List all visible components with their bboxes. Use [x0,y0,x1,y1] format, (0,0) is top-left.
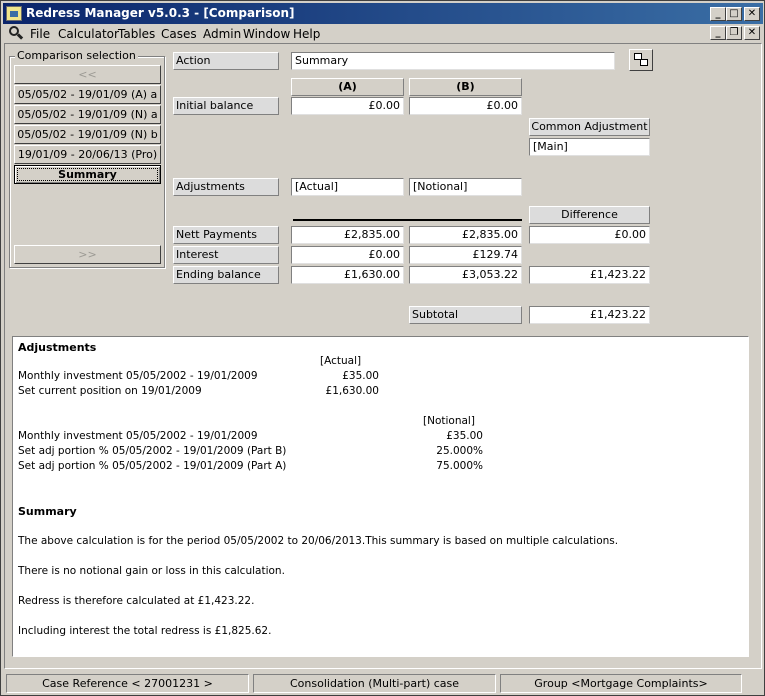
previous-button[interactable]: << [14,65,161,84]
nett-payments-b-field[interactable]: £2,835.00 [409,226,522,244]
child-minimize-button[interactable]: _ [710,26,726,40]
adjustments-b-field[interactable]: [Notional] [409,178,522,196]
comparison-item-4[interactable]: 19/01/09 - 20/06/13 (Pro) [14,145,161,164]
subtotal-label: Subtotal [409,306,522,324]
initial-balance-a-field[interactable]: £0.00 [291,97,404,115]
report-notional-heading: [Notional] [423,415,475,427]
interest-a-field[interactable]: £0.00 [291,246,404,264]
difference-label: Difference [529,206,650,224]
report-adjustments-heading: Adjustments [18,341,97,354]
report-notional-row-3-label: Set adj portion % 05/05/2002 - 19/01/200… [18,460,287,472]
subtotal-field[interactable]: £1,423.22 [529,306,650,324]
report-notional-row-2-value: 25.000% [436,445,483,457]
window-title: Redress Manager v5.0.3 - [Comparison] [26,6,295,20]
minimize-button[interactable]: _ [710,7,726,21]
common-adjustment-label: Common Adjustment [529,118,650,136]
adjustments-label: Adjustments [173,178,279,196]
ending-balance-difference-field[interactable]: £1,423.22 [529,266,650,284]
status-bar: Case Reference < 27001231 > Consolidatio… [4,672,762,694]
nett-payments-difference-field[interactable]: £0.00 [529,226,650,244]
comparison-selection-title: Comparison selection [15,49,138,62]
report-summary-line-1: The above calculation is for the period … [18,535,619,547]
interest-label: Interest [173,246,279,264]
nett-payments-label: Nett Payments [173,226,279,244]
menu-tables[interactable]: Tables [118,27,155,41]
report-actual-row-2-label: Set current position on 19/01/2009 [18,385,202,397]
column-b-header: (B) [409,78,522,96]
action-field[interactable]: Summary [291,52,615,70]
report-notional-row-3-value: 75.000% [436,460,483,472]
status-case-reference: Case Reference < 27001231 > [6,674,249,693]
initial-balance-b-field[interactable]: £0.00 [409,97,522,115]
action-label: Action [173,52,279,70]
menu-window[interactable]: Window [243,27,290,41]
comparison-item-3[interactable]: 05/05/02 - 19/01/09 (N) b [14,125,161,144]
menu-bar: File Calculator Tables Cases Admin Windo… [3,24,763,43]
magnifier-icon[interactable] [9,26,25,41]
status-group: Group <Mortgage Complaints> [500,674,742,693]
common-adjustment-field[interactable]: [Main] [529,138,650,156]
totals-divider [293,219,522,221]
column-a-header: (A) [291,78,404,96]
report-notional-row-1-value: £35.00 [446,430,483,442]
report-summary-line-2: There is no notional gain or loss in thi… [18,565,285,577]
report-actual-row-1-label: Monthly investment 05/05/2002 - 19/01/20… [18,370,258,382]
comparison-item-summary[interactable]: Summary [14,165,161,184]
ending-balance-b-field[interactable]: £3,053.22 [409,266,522,284]
status-case-type: Consolidation (Multi-part) case [253,674,496,693]
report-summary-line-3: Redress is therefore calculated at £1,42… [18,595,255,607]
comparison-item-2[interactable]: 05/05/02 - 19/01/09 (N) a [14,105,161,124]
report-actual-row-1-value: £35.00 [342,370,379,382]
menu-calculator[interactable]: Calculator [58,27,119,41]
next-button[interactable]: >> [14,245,161,264]
nett-payments-a-field[interactable]: £2,835.00 [291,226,404,244]
comparison-item-1[interactable]: 05/05/02 - 19/01/09 (A) a [14,85,161,104]
child-close-button[interactable]: ✕ [744,26,760,40]
menu-help[interactable]: Help [293,27,320,41]
initial-balance-label: Initial balance [173,97,279,115]
report-notional-row-2-label: Set adj portion % 05/05/2002 - 19/01/200… [18,445,287,457]
adjustments-a-field[interactable]: [Actual] [291,178,404,196]
report-panel[interactable]: Adjustments [Actual] Monthly investment … [12,336,749,657]
title-bar[interactable]: Redress Manager v5.0.3 - [Comparison] _ … [3,3,763,24]
maximize-button[interactable]: □ [726,7,742,21]
menu-admin[interactable]: Admin [203,27,241,41]
app-icon[interactable] [6,6,22,21]
close-button[interactable]: ✕ [744,7,760,21]
focus-rectangle [17,168,158,181]
ending-balance-a-field[interactable]: £1,630.00 [291,266,404,284]
report-summary-heading: Summary [18,505,77,518]
report-notional-row-1-label: Monthly investment 05/05/2002 - 19/01/20… [18,430,258,442]
interest-b-field[interactable]: £129.74 [409,246,522,264]
ending-balance-label: Ending balance [173,266,279,284]
menu-cases[interactable]: Cases [161,27,197,41]
report-actual-row-2-value: £1,630.00 [325,385,379,397]
child-restore-button[interactable]: ❐ [726,26,742,40]
menu-file[interactable]: File [30,27,50,41]
report-summary-line-4: Including interest the total redress is … [18,625,272,637]
application-window: Redress Manager v5.0.3 - [Comparison] _ … [0,0,765,696]
report-actual-heading: [Actual] [320,355,362,367]
window-switch-button[interactable] [629,49,653,71]
